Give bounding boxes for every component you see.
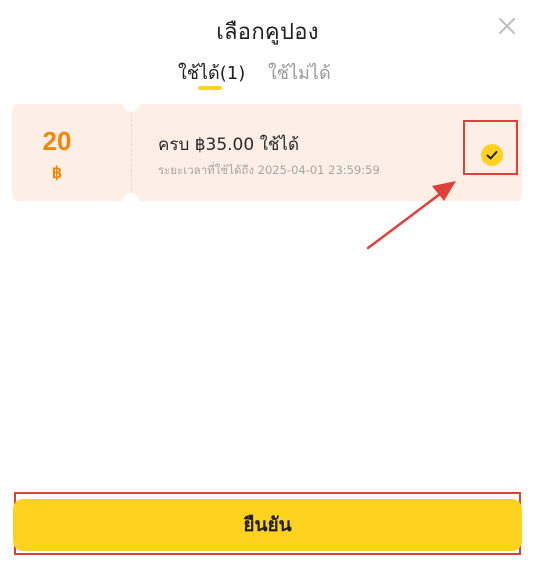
- tab-available[interactable]: ใช้ได้(1): [178, 58, 245, 87]
- coupon-divider: [131, 114, 132, 191]
- coupon-notch-top: [123, 96, 139, 112]
- coupon-amount: 20: [42, 126, 72, 156]
- close-icon[interactable]: [494, 13, 520, 39]
- tab-active-indicator: [198, 86, 222, 90]
- coupon-notch-bottom: [123, 193, 139, 209]
- coupon-validity: ระยะเวลาที่ใช้ได้ถึง 2025-04-01 23:59:59: [158, 163, 380, 177]
- coupon-card[interactable]: 20 ฿ ครบ ฿35.00 ใช้ได้ ระยะเวลาที่ใช้ได้…: [12, 96, 522, 209]
- coupon-condition: ครบ ฿35.00 ใช้ได้: [158, 135, 300, 155]
- highlight-box-check: [463, 120, 518, 175]
- tab-unavailable[interactable]: ใช้ไม่ได้: [268, 58, 331, 87]
- page-title: เลือกคูปอง: [216, 20, 319, 45]
- check-icon[interactable]: [481, 144, 503, 166]
- coupon-currency: ฿: [51, 165, 63, 182]
- confirm-button[interactable]: ยืนยัน: [13, 499, 522, 551]
